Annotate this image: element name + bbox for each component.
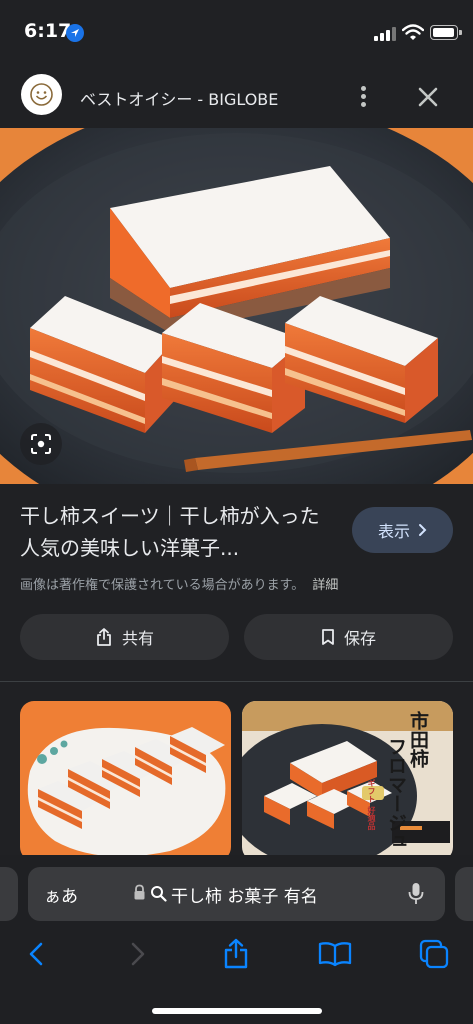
search-icon — [150, 885, 167, 906]
tabs-button[interactable] — [414, 934, 454, 974]
details-link[interactable]: 詳細 — [312, 578, 338, 593]
chevron-left-icon — [29, 942, 43, 966]
bookmark-icon — [322, 629, 334, 645]
save-button[interactable]: 保存 — [244, 614, 453, 660]
back-button[interactable] — [16, 934, 56, 974]
share-label: 共有 — [121, 629, 154, 648]
thumb2-tag: ギフト 好適品 — [367, 779, 376, 830]
copyright-text: 画像は著作権で保護されている場合があります。 — [20, 578, 305, 593]
divider — [0, 681, 473, 682]
more-options-icon[interactable] — [351, 84, 375, 110]
bookmarks-button[interactable] — [315, 934, 355, 974]
battery-icon — [430, 25, 462, 40]
address-bar[interactable]: ぁあ 干し柿 お菓子 有名 — [28, 867, 445, 921]
share-button[interactable]: 共有 — [20, 614, 229, 660]
thumb2-title-line2: フロマージュ — [385, 737, 407, 851]
next-tab-peek[interactable] — [455, 867, 473, 921]
share-icon — [97, 628, 111, 646]
save-label: 保存 — [343, 629, 376, 648]
lock-icon — [133, 884, 146, 905]
chevron-right-icon — [131, 942, 145, 966]
book-icon — [318, 942, 352, 967]
location-arrow-icon — [66, 24, 84, 42]
view-button-label: 表示 — [377, 522, 410, 541]
related-image-1[interactable] — [20, 701, 231, 861]
thumb2-title-line1: 市田柿 — [407, 711, 429, 768]
address-text[interactable]: 干し柿 お菓子 有名 — [171, 882, 318, 907]
share-sheet-button[interactable] — [216, 934, 256, 974]
main-image[interactable] — [0, 128, 473, 484]
wifi-icon — [401, 24, 425, 45]
site-name[interactable]: ベストオイシー - BIGLOBE — [80, 86, 278, 110]
status-time: 6:17 — [24, 20, 72, 42]
source-header: ベストオイシー - BIGLOBE — [0, 64, 473, 128]
share-icon — [224, 938, 248, 969]
page-settings-button[interactable]: ぁあ — [44, 882, 78, 907]
tabs-icon — [419, 939, 449, 969]
status-bar: 6:17 — [0, 0, 473, 64]
view-button[interactable]: 表示 — [352, 507, 453, 553]
cellular-signal-icon — [374, 27, 396, 41]
close-icon[interactable] — [413, 82, 443, 112]
lens-search-icon[interactable] — [20, 423, 62, 465]
site-logo[interactable] — [21, 74, 62, 115]
previous-tab-peek[interactable] — [0, 867, 18, 921]
copyright-note: 画像は著作権で保護されている場合があります。 詳細 — [20, 574, 338, 593]
microphone-icon[interactable] — [408, 882, 424, 910]
forward-button[interactable] — [118, 934, 158, 974]
result-title[interactable]: 干し柿スイーツ｜干し柿が入った人気の美味しい洋菓子... — [20, 500, 335, 564]
home-indicator — [152, 1008, 322, 1014]
related-image-2[interactable]: 市田柿 フロマージュ ギフト 好適品 — [242, 701, 453, 861]
chevron-right-icon — [419, 524, 427, 536]
